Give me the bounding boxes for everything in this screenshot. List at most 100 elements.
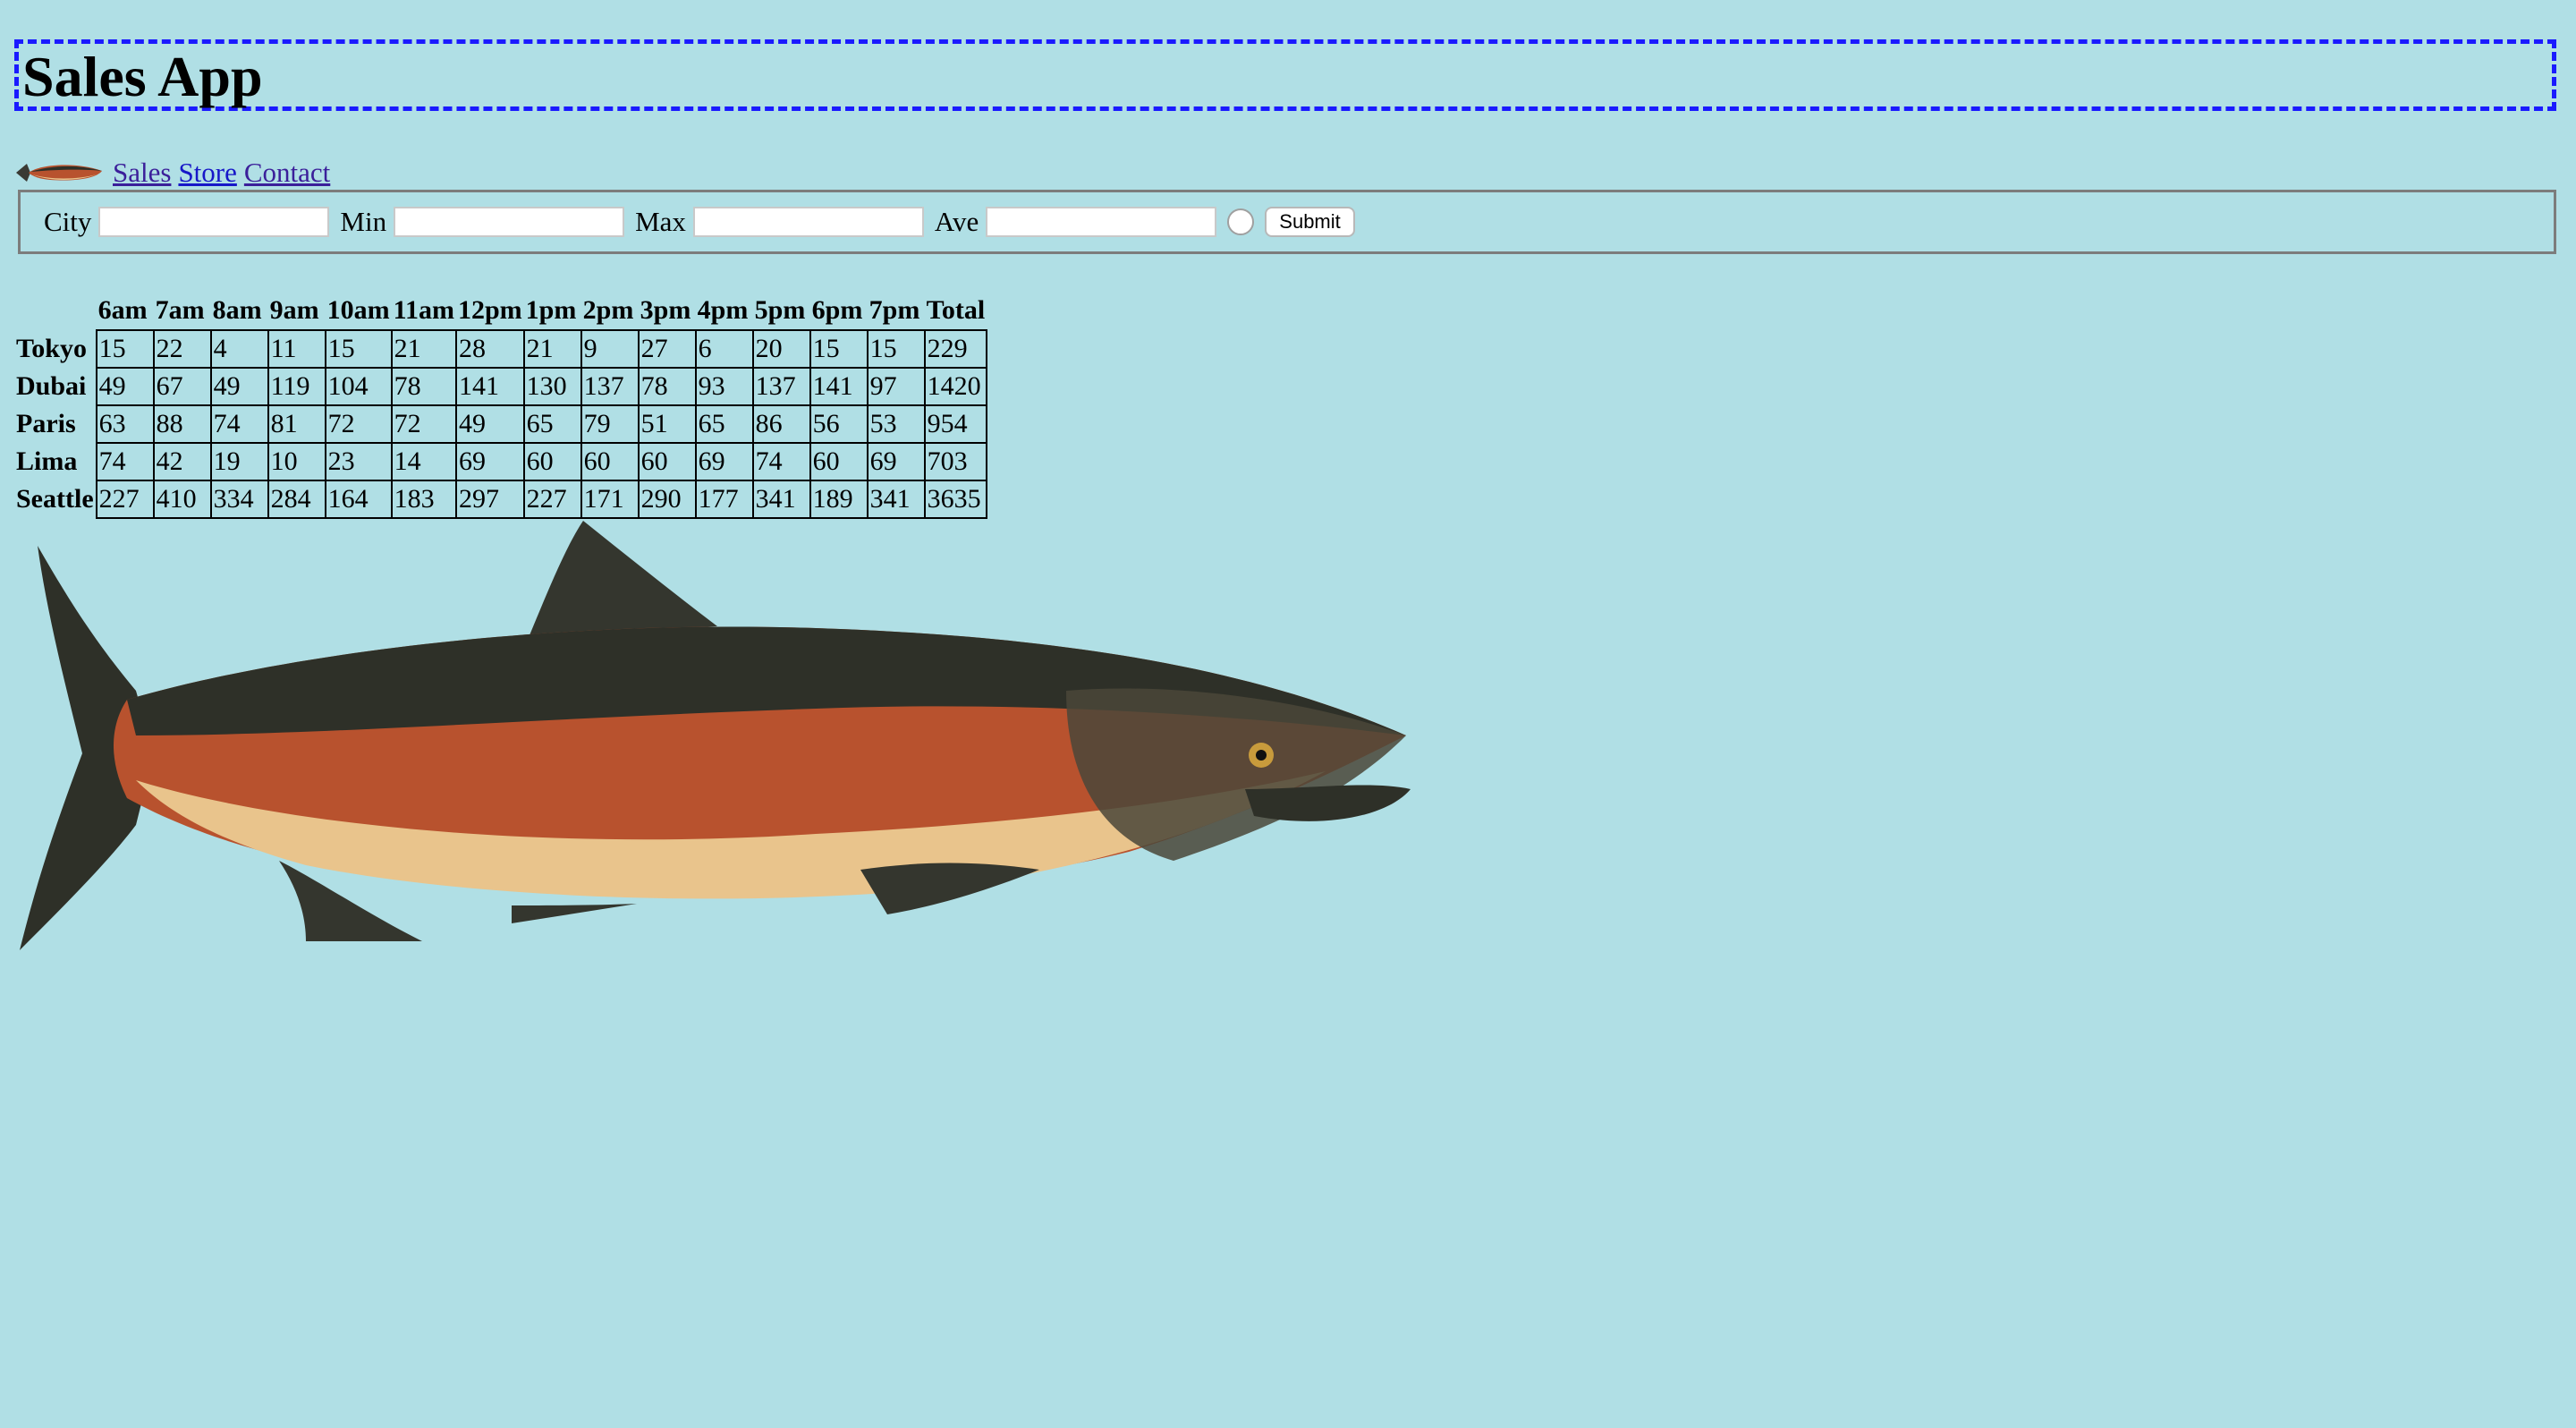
total-cell: 229 (923, 329, 988, 369)
sales-cell: 49 (209, 367, 269, 406)
column-header: 4pm (697, 295, 749, 325)
sales-cell: 137 (580, 367, 640, 406)
total-cell: 3635 (923, 480, 988, 519)
table-row: Lima 74 42 19 10 23 14 69 60 60 60 69 74 60 69 703 (14, 442, 988, 481)
row-header-city: Dubai (16, 371, 87, 401)
sales-cell: 227 (522, 480, 582, 519)
sales-cell: 290 (637, 480, 697, 519)
sales-cell: 72 (390, 404, 457, 444)
salmon-illustration (20, 521, 1411, 950)
sales-cell: 6 (694, 329, 754, 369)
row-header-city: Lima (16, 446, 78, 476)
sales-cell: 137 (751, 367, 811, 406)
column-header: 6pm (811, 295, 863, 325)
sales-cell: 164 (324, 480, 393, 519)
sales-cell: 284 (267, 480, 326, 519)
sales-cell: 177 (694, 480, 754, 519)
sales-cell: 334 (209, 480, 269, 519)
sales-cell: 56 (809, 404, 869, 444)
sales-cell: 21 (522, 329, 582, 369)
table-row: Tokyo 15 22 4 11 15 21 28 21 9 27 6 20 15 15 229 (14, 329, 988, 369)
min-input[interactable] (394, 207, 625, 237)
column-header: 11am (393, 295, 454, 325)
total-cell: 1420 (923, 367, 988, 406)
sales-cell: 21 (390, 329, 457, 369)
sales-cell: 189 (809, 480, 869, 519)
sales-cell: 42 (152, 442, 212, 481)
sales-cell: 72 (324, 404, 393, 444)
sales-cell: 141 (809, 367, 869, 406)
sales-cell: 227 (95, 480, 155, 519)
column-header: 6am (97, 295, 148, 325)
sales-cell: 119 (267, 367, 326, 406)
column-header: 1pm (525, 295, 577, 325)
salmon-logo-icon (16, 164, 102, 182)
column-header: 9am (269, 295, 319, 325)
max-label: Max (635, 206, 686, 237)
nav-bar: Sales Store Contact (14, 150, 337, 195)
city-label: City (44, 206, 92, 237)
sales-cell: 104 (324, 367, 393, 406)
sales-cell: 19 (209, 442, 269, 481)
sales-cell: 86 (751, 404, 811, 444)
sales-cell: 74 (751, 442, 811, 481)
sales-cell: 78 (390, 367, 457, 406)
sales-cell: 11 (267, 329, 326, 369)
sales-cell: 69 (866, 442, 926, 481)
city-input[interactable] (98, 207, 330, 237)
sales-cell: 51 (637, 404, 697, 444)
sales-cell: 79 (580, 404, 640, 444)
submit-button[interactable]: Submit (1265, 207, 1355, 237)
sales-cell: 27 (637, 329, 697, 369)
corner-cell (14, 292, 97, 330)
page-title: Sales App (22, 45, 263, 108)
sales-cell: 49 (454, 404, 525, 444)
sales-cell: 22 (152, 329, 212, 369)
sales-cell: 4 (209, 329, 269, 369)
sales-cell: 74 (95, 442, 155, 481)
sales-cell: 63 (95, 404, 155, 444)
sales-table: 6am 7am 8am 9am 10am 11am 12pm 1pm 2pm 3… (14, 292, 988, 519)
sales-cell: 65 (522, 404, 582, 444)
column-header: 10am (326, 295, 390, 325)
sales-cell: 130 (522, 367, 582, 406)
ave-label: Ave (934, 206, 979, 237)
sales-cell: 141 (454, 367, 525, 406)
sales-cell: 28 (454, 329, 525, 369)
sales-cell: 69 (694, 442, 754, 481)
row-header-city: Seattle (16, 484, 94, 514)
sales-cell: 88 (152, 404, 212, 444)
sales-cell: 93 (694, 367, 754, 406)
sales-cell: 15 (809, 329, 869, 369)
sales-cell: 78 (637, 367, 697, 406)
nav-link-contact[interactable]: Contact (244, 157, 330, 189)
sales-cell: 60 (637, 442, 697, 481)
header-box: Sales App (14, 39, 2556, 111)
sales-cell: 74 (209, 404, 269, 444)
nav-link-sales[interactable]: Sales (113, 157, 171, 189)
sales-cell: 60 (522, 442, 582, 481)
column-header: 8am (212, 295, 262, 325)
sales-cell: 81 (267, 404, 326, 444)
sales-cell: 171 (580, 480, 640, 519)
min-label: Min (340, 206, 387, 237)
radio-button[interactable] (1227, 208, 1255, 235)
sales-cell: 15 (324, 329, 393, 369)
nav-link-store[interactable]: Store (178, 157, 236, 189)
max-input[interactable] (692, 207, 924, 237)
sales-cell: 60 (809, 442, 869, 481)
column-header: 5pm (754, 295, 806, 325)
sales-cell: 67 (152, 367, 212, 406)
sales-form: City Min Max Ave Submit (18, 190, 2556, 254)
sales-cell: 53 (866, 404, 926, 444)
sales-cell: 20 (751, 329, 811, 369)
sales-cell: 97 (866, 367, 926, 406)
total-cell: 703 (923, 442, 988, 481)
column-header-total: Total (926, 295, 986, 325)
ave-input[interactable] (986, 207, 1217, 237)
sales-cell: 341 (866, 480, 926, 519)
column-header: 2pm (582, 295, 634, 325)
column-header: 7am (155, 295, 205, 325)
row-header-city: Paris (16, 409, 76, 438)
column-header: 3pm (640, 295, 691, 325)
